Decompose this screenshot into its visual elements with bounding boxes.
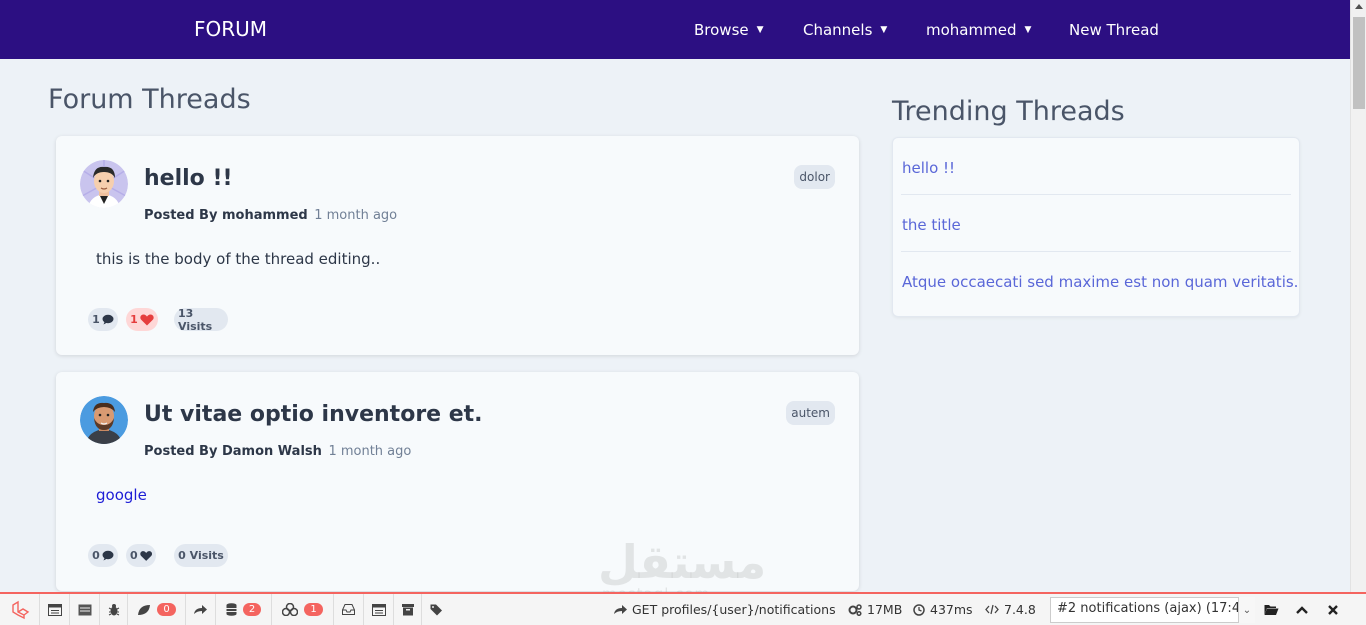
- memory-info: 17MB: [848, 594, 902, 625]
- page-title: Forum Threads: [48, 84, 251, 115]
- visits-count: 13 Visits: [174, 307, 228, 333]
- favorites-count: 0: [130, 549, 138, 562]
- trending-item[interactable]: hello !!: [902, 159, 955, 177]
- bug-icon[interactable]: [100, 594, 128, 625]
- clock-icon: [913, 603, 925, 616]
- caret-down-icon: ▼: [1024, 25, 1032, 35]
- thread-meta: Posted By Damon Walsh 1 month ago: [144, 444, 411, 459]
- avatar: [80, 160, 128, 208]
- favorite-button[interactable]: 0: [126, 544, 156, 567]
- timeline-tab-icon[interactable]: [70, 594, 100, 625]
- queries-badge: 2: [242, 603, 262, 616]
- trending-item[interactable]: the title: [902, 216, 961, 234]
- avatar: [80, 396, 128, 444]
- watermark: مستقل: [598, 535, 767, 589]
- replies-count-value: 0: [92, 549, 100, 562]
- nav-user-label: mohammed: [926, 21, 1017, 39]
- tags-tab-icon[interactable]: [422, 594, 452, 625]
- comment-icon: [102, 550, 114, 561]
- thread-title[interactable]: Ut vitae optio inventore et.: [144, 402, 483, 427]
- comment-icon: [102, 314, 114, 325]
- thread-card: hello !! Posted By mohammed 1 month ago …: [56, 136, 859, 355]
- caret-down-icon: ▼: [756, 25, 764, 35]
- gate-tab-icon[interactable]: [364, 594, 394, 625]
- thread-meta: Posted By mohammed 1 month ago: [144, 208, 397, 223]
- open-folder-icon[interactable]: [1256, 594, 1286, 625]
- heart-icon: [140, 314, 154, 325]
- close-icon[interactable]: [1318, 594, 1348, 625]
- nav-channels-label: Channels: [803, 21, 873, 39]
- leaf-icon: [138, 604, 151, 615]
- trending-list: hello !! the title Atque occaecati sed m…: [892, 137, 1300, 317]
- route-tab-icon[interactable]: [186, 594, 216, 625]
- request-info: GET profiles/{user}/notifications: [614, 594, 836, 625]
- replies-count-value: 1: [92, 313, 100, 326]
- share-icon: [614, 605, 627, 614]
- posted-by-label: Posted By: [144, 444, 218, 459]
- nav-browse[interactable]: Browse ▼: [694, 21, 764, 39]
- messages-badge: 0: [157, 603, 176, 616]
- thread-author[interactable]: mohammed: [222, 208, 308, 223]
- mail-tab-icon[interactable]: [334, 594, 364, 625]
- nav-new-thread[interactable]: New Thread: [1069, 21, 1159, 39]
- duration-info: 437ms: [913, 594, 973, 625]
- divider: [901, 251, 1291, 252]
- scrollbar-thumb[interactable]: [1353, 17, 1365, 109]
- php-version-info: 7.4.8: [985, 594, 1036, 625]
- laravel-logo-icon[interactable]: [0, 594, 40, 625]
- nav-browse-label: Browse: [694, 21, 749, 39]
- duration-value: 437ms: [930, 602, 973, 617]
- replies-count: 1: [88, 308, 118, 331]
- debugbar: 0 2 1 GET profiles/{user}/notifications …: [0, 592, 1366, 625]
- brand-logo[interactable]: FORUM: [194, 17, 267, 41]
- php-version-value: 7.4.8: [1004, 602, 1036, 617]
- memory-value: 17MB: [867, 602, 903, 617]
- replies-count: 0: [88, 544, 118, 567]
- session-tab-icon[interactable]: [394, 594, 422, 625]
- channel-badge[interactable]: dolor: [794, 165, 835, 189]
- caret-down-icon: ▼: [880, 25, 888, 35]
- nav-new-thread-label: New Thread: [1069, 21, 1159, 39]
- trending-item[interactable]: Atque occaecati sed maxime est non quam …: [902, 273, 1298, 291]
- page-scrollbar[interactable]: [1350, 0, 1366, 592]
- favorites-count: 1: [130, 313, 138, 326]
- scroll-up-arrow-icon[interactable]: [1355, 4, 1363, 9]
- thread-time: 1 month ago: [328, 444, 412, 459]
- queries-tab[interactable]: 2: [216, 594, 272, 625]
- thread-author[interactable]: Damon Walsh: [222, 444, 322, 459]
- request-label: GET profiles/{user}/notifications: [632, 602, 836, 617]
- favorite-button[interactable]: 1: [126, 308, 158, 331]
- cogs-icon: [848, 603, 862, 616]
- database-icon: [226, 603, 237, 616]
- posted-by-label: Posted By: [144, 208, 218, 223]
- views-tab[interactable]: 0: [128, 594, 186, 625]
- code-icon: [985, 604, 999, 615]
- maximize-chevron-up-icon[interactable]: [1287, 594, 1317, 625]
- divider: [901, 194, 1291, 195]
- thread-body: this is the body of the thread editing..: [96, 250, 381, 268]
- models-badge: 1: [304, 603, 323, 616]
- nav-user-menu[interactable]: mohammed ▼: [926, 21, 1031, 39]
- dataset-select[interactable]: #2 notifications (ajax) (17:41: [1050, 597, 1255, 623]
- nav-channels[interactable]: Channels ▼: [803, 21, 887, 39]
- thread-title[interactable]: hello !!: [144, 166, 233, 191]
- thread-time: 1 month ago: [314, 208, 398, 223]
- cubes-icon: [282, 603, 299, 616]
- trending-heading: Trending Threads: [892, 96, 1125, 127]
- thread-body-link[interactable]: google: [96, 486, 147, 504]
- navbar: FORUM Browse ▼ Channels ▼ mohammed ▼ New…: [0, 0, 1350, 59]
- heart-icon: [139, 550, 152, 561]
- chevron-down-icon[interactable]: ⌄: [1238, 597, 1255, 623]
- visits-count: 0 Visits: [174, 544, 228, 567]
- models-tab[interactable]: 1: [272, 594, 334, 625]
- channel-badge[interactable]: autem: [786, 401, 835, 425]
- messages-tab-icon[interactable]: [40, 594, 70, 625]
